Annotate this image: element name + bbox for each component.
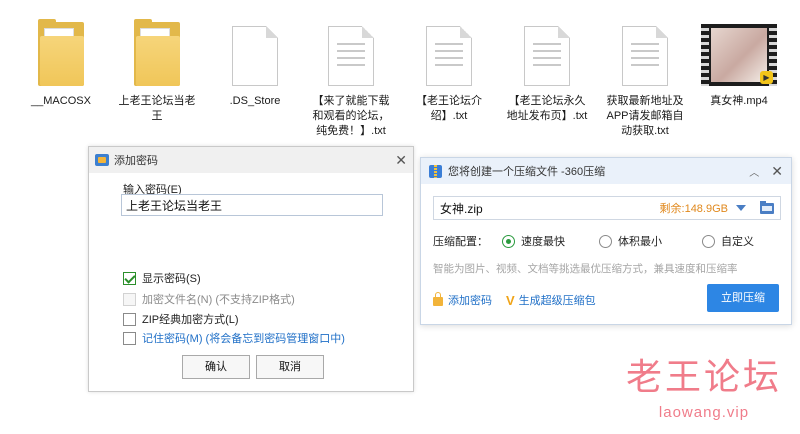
option-label: 加密文件名(N) (不支持ZIP格式) <box>142 294 295 306</box>
text-file-icon <box>306 8 396 86</box>
option-label: ZIP经典加密方式(L) <box>142 314 239 326</box>
mode-label: 体积最小 <box>618 236 662 248</box>
mode-smallest-radio[interactable]: 体积最小 <box>599 233 662 249</box>
checkbox[interactable] <box>123 271 136 285</box>
radio-dot[interactable] <box>599 234 612 248</box>
file-item-txt[interactable]: 【来了就能下载 和观看的论坛， 纯免费！】.txt <box>306 8 396 139</box>
compress-dialog: 您将创建一个压缩文件 -360压缩 ︿ ✕ 女神.zip 剩余:148.9GB … <box>420 157 792 325</box>
archive-icon <box>429 164 442 178</box>
file-item-txt[interactable]: 【老王论坛介 绍】.txt <box>404 8 494 124</box>
lock-icon <box>433 292 443 306</box>
checkbox[interactable] <box>123 331 136 345</box>
compress-config: 压缩配置： 速度最快 体积最小 自定义 <box>433 233 754 249</box>
mode-fastest-radio[interactable]: 速度最快 <box>502 233 565 249</box>
watermark: 老王论坛 laowang.vip <box>624 348 784 421</box>
cancel-button[interactable]: 取消 <box>256 355 324 379</box>
file-item-txt[interactable]: 【老王论坛永久 地址发布页】.txt <box>502 8 592 124</box>
config-label: 压缩配置： <box>433 236 488 248</box>
file-name: 【老王论坛永久 地址发布页】.txt <box>506 95 588 122</box>
checkbox[interactable] <box>123 312 136 326</box>
checkbox <box>123 292 136 306</box>
close-icon[interactable]: ✕ <box>771 163 783 180</box>
text-file-icon <box>502 8 592 86</box>
file-list: __MACOSX 上老王论坛当老 王 .DS_Store 【来了就能下载 和观看… <box>0 0 800 145</box>
password-input[interactable] <box>121 194 383 216</box>
compress-now-button[interactable]: 立即压缩 <box>707 284 779 312</box>
file-item-ds-store[interactable]: .DS_Store <box>210 8 300 109</box>
show-password-option[interactable]: 显示密码(S) <box>123 270 201 286</box>
text-file-icon <box>404 8 494 86</box>
close-icon[interactable]: ✕ <box>395 152 407 169</box>
file-name: 【来了就能下载 和观看的论坛， 纯免费！】.txt <box>312 95 390 137</box>
add-password-link[interactable]: 添加密码 <box>448 292 492 308</box>
browse-folder-icon[interactable] <box>760 200 774 214</box>
file-name: 获取最新地址及 APP请发邮箱自 动获取.txt <box>606 95 684 137</box>
video-file-icon: ▶ <box>694 8 784 86</box>
ok-button[interactable]: 确认 <box>182 355 250 379</box>
file-name: 上老王论坛当老 王 <box>118 95 196 122</box>
file-item-video[interactable]: ▶ 真女神.mp4 <box>694 8 784 109</box>
watermark-url: laowang.vip <box>658 404 750 421</box>
remaining-space: 剩余:148.9GB <box>659 203 728 215</box>
super-archive-link[interactable]: 生成超级压缩包 <box>519 292 596 308</box>
archive-name-field[interactable]: 女神.zip 剩余:148.9GB <box>433 196 781 220</box>
remember-password-option[interactable]: 记住密码(M) (将会备忘到密码管理窗口中) <box>123 330 345 346</box>
dropdown-arrow-icon[interactable] <box>736 205 746 211</box>
radio-dot[interactable] <box>502 234 515 248</box>
dialog-title: 添加密码 <box>114 155 158 167</box>
file-item-macosx[interactable]: __MACOSX <box>16 8 106 109</box>
radio-dot[interactable] <box>702 234 715 248</box>
chevron-up-icon[interactable]: ︿ <box>749 164 759 179</box>
text-file-icon <box>600 8 690 86</box>
file-icon <box>210 8 300 86</box>
mode-custom-radio[interactable]: 自定义 <box>702 233 754 249</box>
file-item-folder[interactable]: 上老王论坛当老 王 <box>112 8 202 124</box>
dialog-titlebar[interactable]: 添加密码 ✕ <box>89 147 413 173</box>
mode-label: 速度最快 <box>521 236 565 248</box>
compress-hint: 智能为图片、视频、文档等挑选最优压缩方式，兼具速度和压缩率 <box>433 263 738 275</box>
file-name: __MACOSX <box>31 95 91 107</box>
archive-name[interactable]: 女神.zip <box>440 200 660 217</box>
zip-classic-encrypt-option[interactable]: ZIP经典加密方式(L) <box>123 311 239 327</box>
mode-label: 自定义 <box>721 236 754 248</box>
compress-actions: 添加密码 V 生成超级压缩包 <box>433 292 596 308</box>
watermark-title: 老王论坛 <box>625 357 782 398</box>
file-name: .DS_Store <box>229 95 281 107</box>
dialog-title: 您将创建一个压缩文件 -360压缩 <box>448 166 606 178</box>
file-item-txt[interactable]: 获取最新地址及 APP请发邮箱自 动获取.txt <box>600 8 690 139</box>
file-name: 【老王论坛介 绍】.txt <box>416 95 482 122</box>
add-password-dialog: 添加密码 ✕ 输入密码(E) 显示密码(S) 加密文件名(N) (不支持ZIP格… <box>88 146 414 392</box>
folder-icon <box>16 8 106 86</box>
file-name: 真女神.mp4 <box>710 95 768 107</box>
key-icon <box>95 154 109 166</box>
dialog-titlebar[interactable]: 您将创建一个压缩文件 -360压缩 ︿ ✕ <box>421 158 791 184</box>
v-icon: V <box>506 292 515 308</box>
option-label: 记住密码(M) (将会备忘到密码管理窗口中) <box>142 333 345 345</box>
option-label: 显示密码(S) <box>142 273 201 285</box>
folder-icon <box>112 8 202 86</box>
encrypt-filename-option: 加密文件名(N) (不支持ZIP格式) <box>123 291 295 307</box>
